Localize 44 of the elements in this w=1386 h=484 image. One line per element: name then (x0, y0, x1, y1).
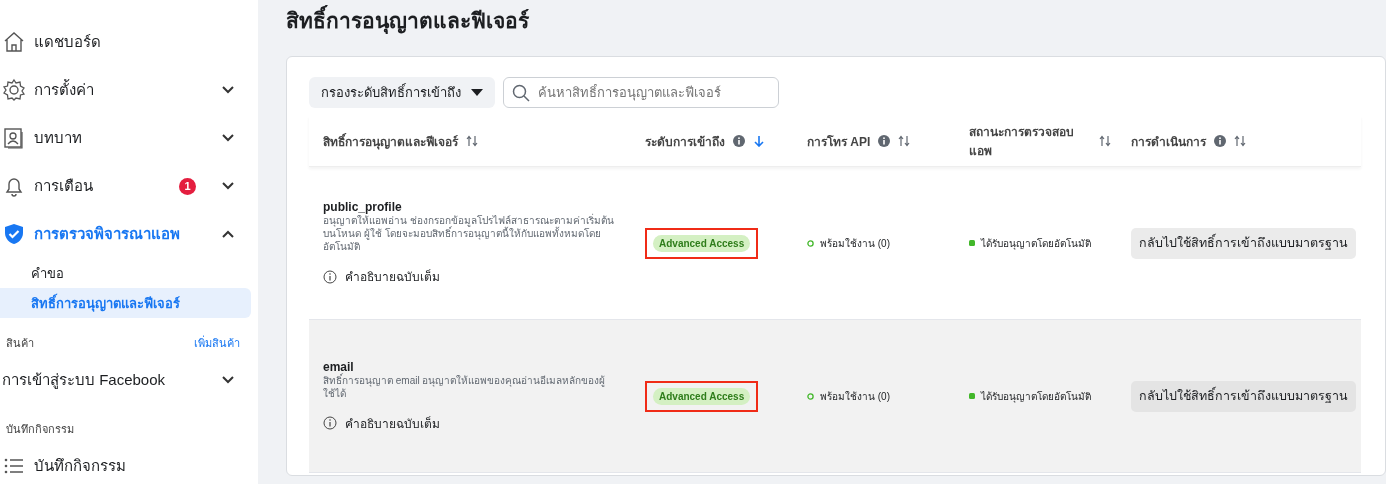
column-header[interactable]: สิทธิ์การอนุญาตและฟีเจอร์ (323, 131, 458, 151)
access-level-badge: Advanced Access (653, 387, 751, 405)
sidebar-item[interactable]: การเข้าสู่ระบบ Facebook (0, 356, 258, 404)
settings-icon (2, 78, 26, 102)
sidebar-item[interactable]: บันทึกกิจกรรม (0, 442, 258, 484)
column-header[interactable]: การโทร API (807, 131, 871, 151)
search-field[interactable]: ค้นหาสิทธิ์การอนุญาตและฟีเจอร์ (503, 77, 779, 108)
permission-name: email (323, 359, 354, 374)
ring-status-icon (807, 392, 814, 400)
api-status: พร้อมใช้งาน (0) (820, 389, 890, 404)
notification-badge: 1 (179, 177, 196, 195)
info-icon (323, 269, 337, 284)
sidebar-item[interactable]: บทบาท (0, 114, 258, 162)
full-description-link[interactable]: คำอธิบายฉบับเต็ม (323, 413, 440, 433)
api-status: พร้อมใช้งาน (0) (820, 236, 890, 251)
permission-name: public_profile (323, 200, 402, 214)
review-status: ได้รับอนุญาตโดยอัตโนมัติ (981, 236, 1091, 251)
column-header[interactable]: สถานะการตรวจสอบแอพ (969, 122, 1079, 160)
sidebar-item[interactable]: แดชบอร์ด (0, 18, 258, 66)
permission-description: อนุญาตให้แอพอ่าน ช่องกรอกข้อมูลโปรไฟล์สาธารณะตามค่าเริ่มต้นบนโหนด ผู้ใช้ โดยจะมอบสิทธิ์การอนุญาตนี้ให้กับแอพทั้งหมดโดยอัตโนมัติ (323, 214, 615, 253)
sidebar-subitem[interactable]: คำขอ (0, 258, 251, 288)
column-header[interactable]: ระดับการเข้าถึง (645, 131, 725, 151)
add-product-link[interactable]: เพิ่มสินค้า (194, 334, 240, 352)
sidebar-item[interactable]: การตั้งค่า (0, 66, 258, 114)
permission-description: สิทธิ์การอนุญาต email อนุญาตให้แอพของคุณอ่านอีเมลหลักของผู้ใช้ได้ (323, 373, 607, 400)
filter-dropdown[interactable]: กรองระดับสิทธิ์การเข้าถึง (309, 77, 495, 108)
sidebar-item[interactable]: การตรวจพิจารณาแอพ (0, 210, 258, 258)
sidebar-subitem[interactable]: สิทธิ์การอนุญาตและฟีเจอร์ (0, 288, 251, 318)
info-icon (323, 416, 337, 430)
ring-status-icon (807, 239, 814, 247)
section-heading: สินค้า (6, 336, 34, 351)
caret-icon (471, 89, 483, 96)
sidebar-item[interactable]: การเตือน 1 (0, 162, 258, 210)
page-title: สิทธิ์การอนุญาตและฟีเจอร์ (286, 6, 1386, 36)
revert-access-button[interactable]: กลับไปใช้สิทธิ์การเข้าถึงแบบมาตรฐาน (1131, 380, 1356, 412)
search-icon (512, 83, 530, 102)
review-status: ได้รับอนุญาตโดยอัตโนมัติ (981, 389, 1091, 404)
section-heading: บันทึกกิจกรรม (6, 422, 74, 437)
revert-access-button[interactable]: กลับไปใช้สิทธิ์การเข้าถึงแบบมาตรฐาน (1131, 227, 1356, 259)
column-header[interactable]: การดำเนินการ (1131, 131, 1206, 151)
person-card-icon (2, 126, 26, 150)
access-level-badge: Advanced Access (653, 234, 751, 252)
home-icon (2, 30, 26, 54)
full-description-link[interactable]: คำอธิบายฉบับเต็ม (323, 267, 440, 286)
